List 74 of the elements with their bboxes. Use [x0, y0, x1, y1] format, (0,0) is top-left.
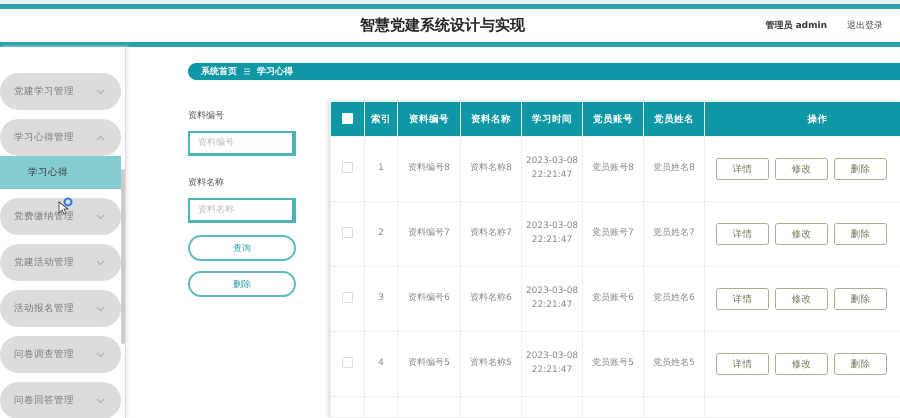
table-cell: 党员账号5 — [582, 332, 644, 396]
table-cell: 资料编号5 — [398, 332, 460, 396]
table-cell: 1 — [364, 136, 398, 202]
row-action-button[interactable]: 删除 — [834, 353, 887, 375]
logout-link[interactable]: 退出登录 — [847, 19, 883, 32]
chevron-down-icon — [96, 260, 105, 266]
table-cell: 资料编号7 — [398, 202, 460, 266]
menu-item[interactable]: 问卷调查管理 — [0, 336, 121, 373]
select-all-checkbox[interactable] — [342, 113, 353, 124]
table-cell: 党员姓名5 — [644, 332, 704, 396]
column-header: 资料编号 — [398, 102, 460, 136]
row-action-button[interactable]: 详情 — [716, 158, 769, 180]
table-cell: 3 — [364, 266, 398, 332]
row-action-button[interactable]: 删除 — [834, 288, 887, 310]
menu-item[interactable]: 学习心得管理 — [0, 119, 121, 156]
table-cell: 4 — [364, 332, 398, 396]
table-cell: 2 — [364, 202, 398, 266]
user-label: 管理员 admin — [765, 20, 827, 32]
row-action-button[interactable]: 修改 — [775, 158, 828, 180]
row-action-button[interactable]: 详情 — [716, 288, 769, 310]
table-cell: 党员姓名7 — [644, 202, 704, 266]
column-header: 党员账号 — [582, 102, 644, 136]
field-label: 资料编号 — [188, 110, 225, 122]
column-header: 党员姓名 — [644, 102, 704, 136]
menu-item[interactable]: 问卷回答管理 — [0, 382, 121, 418]
table-cell: 2023-03-08 22:21:47 — [522, 266, 582, 332]
menu-item[interactable]: 活动报名管理 — [0, 290, 121, 327]
table-cell: 资料编号6 — [398, 266, 460, 332]
table-cell: 资料名称8 — [460, 136, 522, 202]
chevron-down-icon — [96, 398, 105, 404]
field-label: 资料名称 — [188, 176, 225, 189]
row-action-button[interactable]: 详情 — [716, 353, 769, 375]
chevron-down-icon — [96, 306, 105, 312]
separator-icon — [243, 68, 251, 75]
chevron-down-icon — [96, 88, 105, 94]
table-cell: 党员姓名8 — [644, 136, 704, 202]
row-action-button[interactable]: 修改 — [775, 353, 828, 375]
row-action-button[interactable]: 详情 — [716, 223, 769, 245]
table-cell: 资料名称5 — [460, 332, 522, 396]
table-cell: 党员姓名6 — [644, 266, 704, 332]
row-checkbox[interactable] — [342, 292, 353, 304]
row-checkbox[interactable] — [342, 357, 353, 368]
table-cell: 资料编号8 — [398, 136, 460, 202]
table-cell: 2023-03-08 22:21:47 — [522, 332, 582, 396]
column-header: 索引 — [364, 102, 398, 136]
column-header: 资料名称 — [460, 102, 522, 136]
row-checkbox[interactable] — [342, 227, 353, 238]
row-checkbox[interactable] — [342, 162, 353, 174]
breadcrumb-link[interactable]: 系统首页 — [201, 65, 237, 78]
table-cell: 党员账号8 — [582, 136, 644, 202]
row-action-button[interactable]: 修改 — [775, 223, 828, 245]
table-cell: 党员账号7 — [582, 202, 644, 266]
table-cell: 资料名称6 — [460, 266, 522, 332]
chevron-down-icon — [96, 214, 105, 220]
row-action-button[interactable]: 删除 — [834, 158, 887, 180]
chevron-up-icon — [96, 134, 105, 140]
action-button[interactable]: 删除 — [188, 271, 296, 297]
table-cell: 资料名称7 — [460, 202, 522, 266]
chevron-down-icon — [96, 352, 105, 358]
row-action-button[interactable]: 修改 — [775, 288, 828, 310]
submenu-item[interactable]: 学习心得 — [0, 156, 121, 189]
column-header: 学习时间 — [522, 102, 582, 136]
table-cell: 党员账号6 — [582, 266, 644, 332]
column-header: 操作 — [704, 102, 900, 136]
action-button[interactable]: 查询 — [188, 235, 296, 261]
breadcrumb-link[interactable]: 学习心得 — [257, 65, 293, 78]
search-field[interactable]: 资料编号 — [188, 131, 296, 156]
table-cell: 2023-03-08 22:21:47 — [522, 136, 582, 202]
app-title: 智慧党建系统设计与实现 — [359, 16, 526, 35]
search-field[interactable]: 资料名称 — [188, 198, 296, 223]
menu-item[interactable]: 党建学习管理 — [0, 73, 121, 110]
menu-item[interactable]: 党建活动管理 — [0, 244, 121, 281]
row-action-button[interactable]: 删除 — [834, 223, 887, 245]
table-cell: 2023-03-08 22:21:47 — [522, 202, 582, 266]
